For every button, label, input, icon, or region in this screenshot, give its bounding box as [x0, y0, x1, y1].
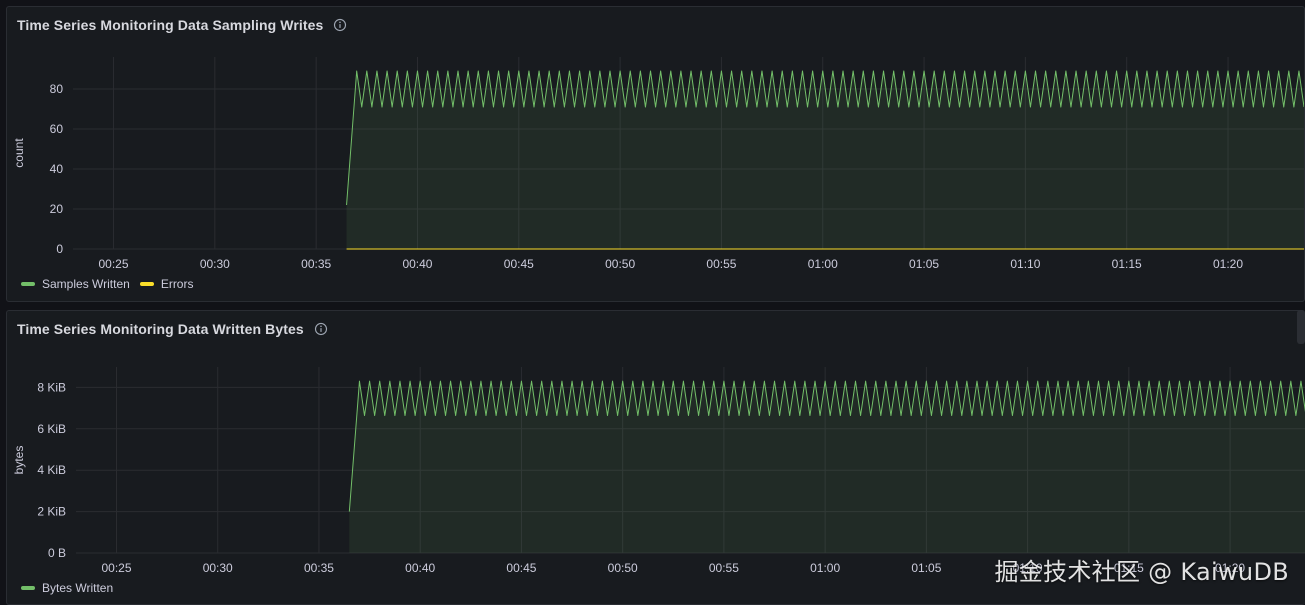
legend-swatch [139, 282, 154, 286]
x-tick-label: 01:15 [1112, 257, 1142, 271]
x-tick-label: 00:35 [304, 561, 334, 575]
y-tick-label: 4 KiB [37, 463, 66, 477]
x-tick-label: 01:10 [1010, 257, 1040, 271]
y-axis-label: count [12, 138, 26, 168]
y-tick-label: 2 KiB [37, 505, 66, 519]
x-tick-label: 00:45 [506, 561, 536, 575]
x-tick-label: 00:40 [405, 561, 435, 575]
x-tick-label: 00:50 [608, 561, 638, 575]
x-tick-label: 00:35 [301, 257, 331, 271]
x-tick-label: 01:00 [810, 561, 840, 575]
x-tick-label: 00:50 [605, 257, 635, 271]
chart-legend: Samples Written Errors [21, 277, 193, 291]
watermark-text: 掘金技术社区 @ KaiwuDB [994, 558, 1289, 586]
x-tick-label: 00:25 [99, 257, 129, 271]
series-area-bytes-written [349, 381, 1305, 553]
y-tick-label: 20 [50, 202, 64, 216]
x-tick-label: 00:25 [101, 561, 131, 575]
panel-scroll-handle[interactable] [1297, 310, 1305, 344]
y-tick-label: 6 KiB [37, 422, 66, 436]
y-tick-label: 0 [56, 242, 63, 256]
x-tick-label: 01:20 [1213, 257, 1243, 271]
y-tick-label: 0 B [48, 546, 66, 560]
panel-sampling-writes: Time Series Monitoring Data Sampling Wri… [6, 6, 1305, 302]
legend-item-bytes-written[interactable]: Bytes Written [21, 581, 113, 595]
x-tick-label: 01:05 [911, 561, 941, 575]
legend-item-errors[interactable]: Errors [139, 277, 194, 291]
samples-chart[interactable]: 0 20 40 60 80 00:25 00:30 00:35 00:40 00:45 00:50 0… [7, 7, 1305, 302]
y-tick-label: 40 [50, 162, 64, 176]
y-tick-label: 80 [50, 82, 64, 96]
x-tick-label: 00:55 [706, 257, 736, 271]
x-tick-label: 01:00 [808, 257, 838, 271]
legend-item-samples-written[interactable]: Samples Written [21, 277, 130, 291]
chart-legend: Bytes Written [21, 581, 113, 595]
legend-label: Bytes Written [42, 581, 114, 595]
legend-swatch [21, 282, 35, 286]
x-tick-label: 00:30 [200, 257, 230, 271]
x-tick-label: 00:55 [709, 561, 739, 575]
y-tick-label: 60 [50, 122, 64, 136]
y-tick-label: 8 KiB [37, 380, 66, 394]
x-tick-label: 00:40 [402, 257, 432, 271]
x-tick-label: 01:05 [909, 257, 939, 271]
legend-swatch [21, 586, 35, 590]
x-tick-label: 00:30 [203, 561, 233, 575]
legend-label: Samples Written [42, 277, 130, 291]
x-tick-label: 00:45 [504, 257, 534, 271]
legend-label: Errors [160, 277, 194, 291]
y-axis-label: bytes [12, 446, 26, 475]
